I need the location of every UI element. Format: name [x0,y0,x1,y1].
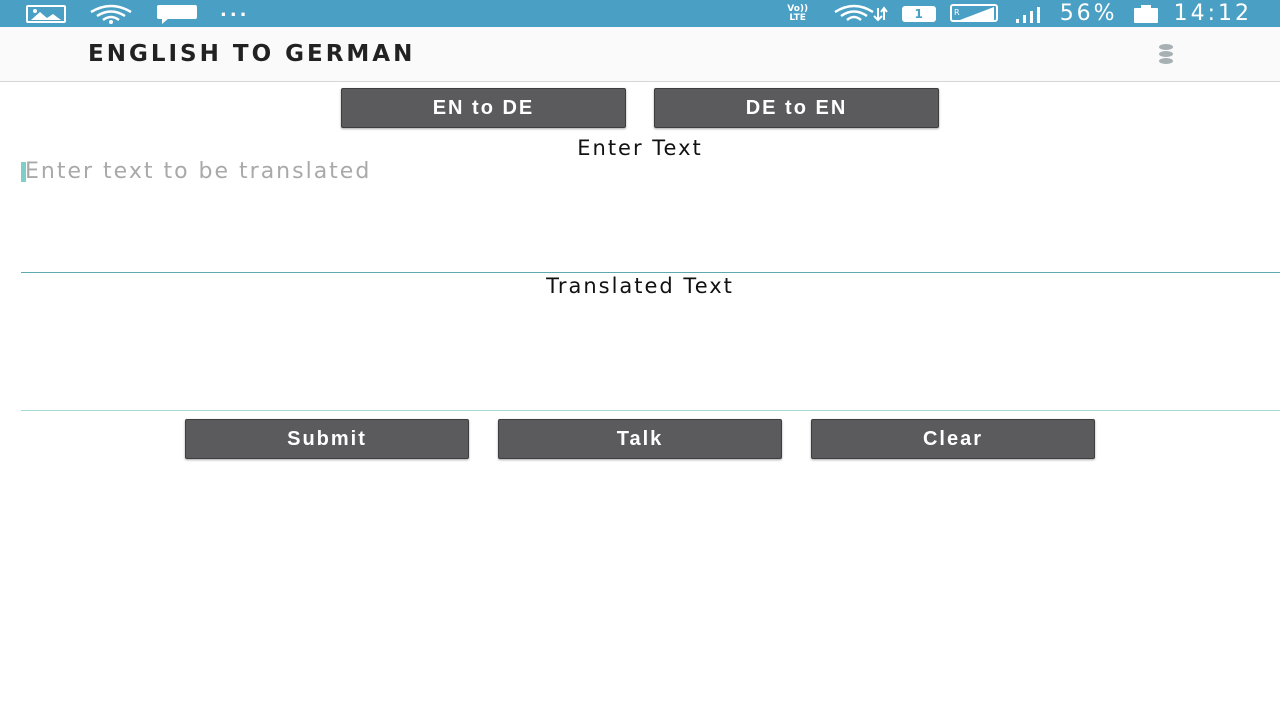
volte-icon: Vo)) LTE [778,4,818,23]
roaming-signal-icon: R [949,3,1000,24]
wifi-data-icon [832,4,888,24]
app-title: ENGLISH TO GERMAN [88,41,416,67]
battery-percent: 56% [1059,1,1118,26]
svg-text:R: R [954,8,960,17]
submit-button[interactable]: Submit [185,419,469,459]
source-text-field-container [21,158,1280,273]
text-cursor [21,162,26,182]
message-icon [156,4,198,24]
clear-button[interactable]: Clear [811,419,1095,459]
battery-icon [1132,4,1160,24]
app-bar: ENGLISH TO GERMAN [0,27,1280,82]
talk-button[interactable]: Talk [498,419,782,459]
clock-time: 14:12 [1173,1,1252,26]
signal-icon [1014,4,1046,24]
notification-dots: ... [220,0,250,21]
lte-label: LTE [789,12,806,23]
source-text-input[interactable] [21,158,1280,272]
more-vert-icon[interactable] [1154,43,1178,67]
wifi-icon [88,4,134,24]
sim-badge-number: 1 [914,6,923,21]
sim-badge-icon: 1 [901,5,936,22]
de-to-en-button[interactable]: DE to EN [654,88,939,128]
translated-text-output [21,300,1280,411]
enter-text-label: Enter Text [577,136,703,160]
en-to-de-button[interactable]: EN to DE [341,88,626,128]
gallery-icon [26,4,66,23]
status-bar: ... Vo)) LTE 1 R 56% 14:12 [0,0,1280,27]
translated-text-label: Translated Text [546,274,734,298]
